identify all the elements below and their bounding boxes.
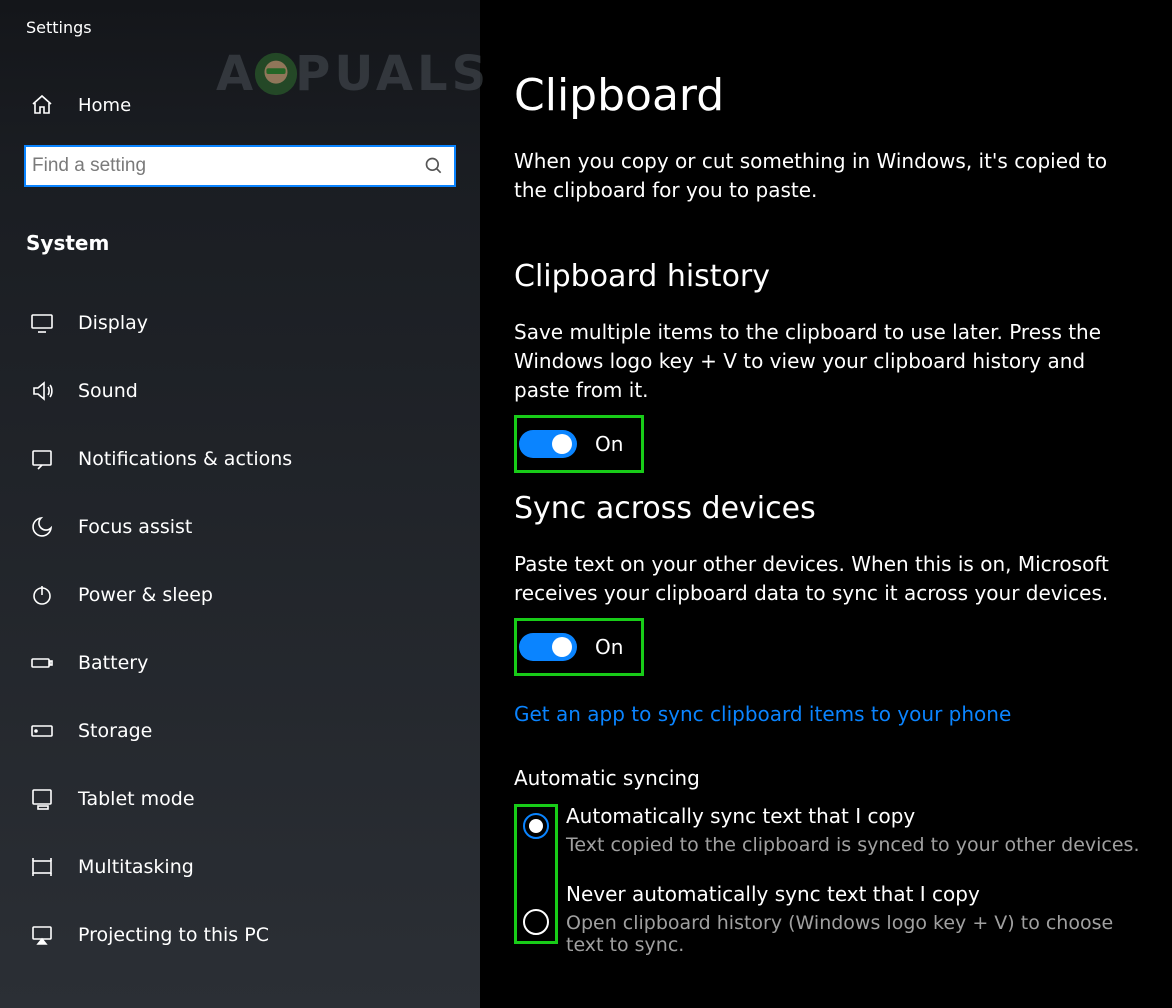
highlight-history-toggle: On	[514, 415, 644, 473]
search-input[interactable]	[32, 155, 424, 177]
nav-item-power[interactable]: Power & sleep	[0, 561, 480, 629]
radio-label: Automatically sync text that I copy	[566, 804, 1142, 828]
search-container	[24, 145, 456, 187]
toggle-knob	[552, 434, 572, 454]
nav-label: Focus assist	[78, 516, 192, 538]
nav-home[interactable]: Home	[0, 49, 480, 145]
sound-icon	[30, 379, 54, 403]
auto-sync-radio-group: Automatically sync text that I copy Text…	[514, 804, 1142, 956]
moon-icon	[30, 515, 54, 539]
auto-sync-subhead: Automatic syncing	[514, 766, 1142, 790]
nav-label: Projecting to this PC	[78, 924, 269, 946]
radio-option-auto[interactable]: Automatically sync text that I copy Text…	[566, 804, 1142, 856]
battery-icon	[30, 651, 54, 675]
radio-label: Never automatically sync text that I cop…	[566, 882, 1142, 906]
nav-home-label: Home	[78, 95, 131, 116]
nav-item-display[interactable]: Display	[0, 289, 480, 357]
power-icon	[30, 583, 54, 607]
sync-toggle-state: On	[595, 635, 623, 659]
search-box[interactable]	[24, 145, 456, 187]
section-title-sync: Sync across devices	[514, 491, 1142, 526]
radio-auto-sync[interactable]	[523, 813, 549, 839]
category-title: System	[0, 187, 480, 275]
nav-label: Multitasking	[78, 856, 194, 878]
nav-label: Tablet mode	[78, 788, 195, 810]
toggle-knob	[552, 637, 572, 657]
app-title: Settings	[0, 18, 480, 49]
sync-desc: Paste text on your other devices. When t…	[514, 550, 1142, 608]
radio-desc: Text copied to the clipboard is synced t…	[566, 834, 1142, 856]
display-icon	[30, 311, 54, 335]
nav-item-notifications[interactable]: Notifications & actions	[0, 425, 480, 493]
nav-item-sound[interactable]: Sound	[0, 357, 480, 425]
nav-item-multitasking[interactable]: Multitasking	[0, 833, 480, 901]
multitasking-icon	[30, 855, 54, 879]
nav-item-focus-assist[interactable]: Focus assist	[0, 493, 480, 561]
sync-toggle[interactable]	[519, 633, 577, 661]
sync-app-link[interactable]: Get an app to sync clipboard items to yo…	[514, 702, 1011, 726]
home-icon	[30, 93, 54, 117]
nav-label: Notifications & actions	[78, 448, 292, 470]
sidebar: Settings A PUALS Home System Display	[0, 0, 480, 1008]
highlight-radio-column	[514, 804, 558, 944]
tablet-icon	[30, 787, 54, 811]
history-desc: Save multiple items to the clipboard to …	[514, 318, 1142, 405]
main-content: Clipboard When you copy or cut something…	[480, 0, 1172, 1008]
section-title-history: Clipboard history	[514, 259, 1142, 294]
radio-desc: Open clipboard history (Windows logo key…	[566, 912, 1142, 956]
history-toggle[interactable]	[519, 430, 577, 458]
page-title: Clipboard	[514, 70, 1142, 121]
nav-item-projecting[interactable]: Projecting to this PC	[0, 901, 480, 969]
projecting-icon	[30, 923, 54, 947]
history-toggle-state: On	[595, 432, 623, 456]
nav-label: Power & sleep	[78, 584, 213, 606]
highlight-sync-toggle: On	[514, 618, 644, 676]
nav-item-tablet[interactable]: Tablet mode	[0, 765, 480, 833]
nav-list: Display Sound Notifications & actions Fo…	[0, 289, 480, 969]
nav-label: Battery	[78, 652, 148, 674]
notifications-icon	[30, 447, 54, 471]
page-lead: When you copy or cut something in Window…	[514, 147, 1142, 205]
radio-never-sync[interactable]	[523, 909, 549, 935]
nav-item-battery[interactable]: Battery	[0, 629, 480, 697]
nav-label: Display	[78, 312, 148, 334]
nav-label: Sound	[78, 380, 138, 402]
storage-icon	[30, 719, 54, 743]
nav-label: Storage	[78, 720, 152, 742]
nav-item-storage[interactable]: Storage	[0, 697, 480, 765]
search-icon	[424, 156, 444, 176]
radio-option-never[interactable]: Never automatically sync text that I cop…	[566, 882, 1142, 956]
